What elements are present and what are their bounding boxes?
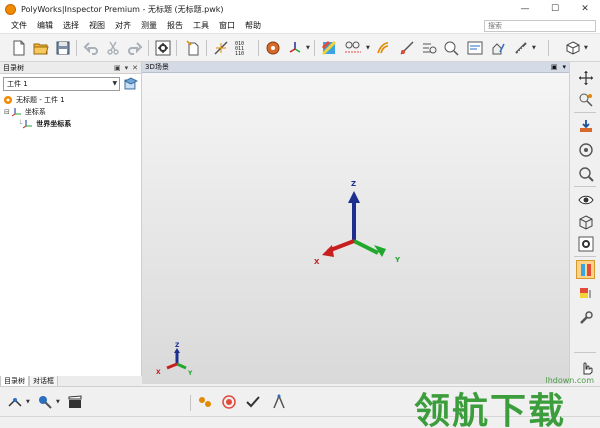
coordinate-system-icon [23,120,33,129]
tree-panel: 目录树 ▣ ▾ ✕ 工件 1 ▼ 无标题 - 工件 1 ⊟ 坐标系 └ 世界坐标… [0,62,142,376]
menu-measure[interactable]: 测量 [136,18,162,34]
wrench-icon[interactable] [576,308,595,327]
scene-header: 3D场景 ▣ ▾ [142,62,569,73]
minimize-button[interactable]: — [510,0,540,18]
redo-icon[interactable] [126,39,144,57]
color-scale-icon[interactable] [576,284,595,303]
pattern-icon[interactable] [320,39,338,57]
probe-icon[interactable] [374,39,392,57]
tree-item-root[interactable]: 无标题 - 工件 1 [0,94,141,106]
cube-view-icon[interactable] [576,212,595,231]
view-cube-icon[interactable] [564,39,582,57]
tree-item-coordinate-systems[interactable]: ⊟ 坐标系 [0,106,141,118]
menu-view[interactable]: 视图 [84,18,110,34]
project-icon [4,96,12,104]
small-axis-label-x: X [156,369,161,376]
watermark-text: 领航下载 [414,391,567,428]
view-toolbar [569,62,600,384]
menu-select[interactable]: 选择 [58,18,84,34]
close-button[interactable]: ✕ [570,0,600,18]
measure-angle-icon[interactable] [270,393,288,411]
piece-manager-icon[interactable] [124,77,138,91]
panel-menu-icon[interactable]: ▾ [562,63,566,71]
measure-icon[interactable] [398,39,416,57]
panel-close-icon[interactable]: ✕ [132,64,138,72]
probe-settings-icon[interactable] [6,393,24,411]
binary-icon[interactable]: 010 011 110 [234,39,252,57]
tree-item-label: 坐标系 [24,108,46,116]
zoom-icon[interactable] [420,39,438,57]
axis-label-z: Z [351,180,356,188]
chevron-down-icon: ▼ [112,80,118,87]
sparkle-tool-icon[interactable] [212,39,230,57]
tree-item-world-cs[interactable]: └ 世界坐标系 [0,118,141,130]
zoom-fit-icon[interactable] [576,140,595,159]
small-axis-label-z: Z [175,342,180,349]
menu-edit[interactable]: 编辑 [32,18,58,34]
axis-label-y: Y [394,256,401,264]
report-icon[interactable] [466,39,484,57]
align-icon[interactable] [264,39,282,57]
undo-icon[interactable] [82,39,100,57]
new-object-icon[interactable] [184,39,202,57]
piece-selector-value: 工件 1 [7,80,28,88]
menu-align[interactable]: 对齐 [110,18,136,34]
scene-title: 3D场景 [145,63,169,71]
rotate-zoom-icon[interactable] [576,90,595,109]
tree-item-label: 世界坐标系 [36,120,72,128]
panel-menu-icon[interactable]: ▾ [125,64,129,72]
pan-icon[interactable] [576,68,595,87]
alignment-points-icon[interactable] [196,393,214,411]
save-icon[interactable] [54,39,72,57]
3d-scene[interactable]: 3D场景 ▣ ▾ Z Y X Z Y X [142,62,569,384]
menu-report[interactable]: 报告 [162,18,188,34]
menu-file[interactable]: 文件 [6,18,32,34]
dialog-icon[interactable] [442,39,460,57]
tree-panel-title: 目录树 [3,63,24,72]
view-arrow-icon[interactable] [576,116,595,135]
maximize-button[interactable]: ☐ [540,0,570,18]
app-logo-icon [5,3,16,15]
settings-icon[interactable] [154,39,172,57]
tree-item-label: 无标题 - 工件 1 [16,96,65,104]
tree-panel-header: 目录树 ▣ ▾ ✕ [0,62,141,74]
coordinate-system-icon [11,108,21,117]
watermark: lhdown.com 领航下载 [414,372,600,428]
display-settings-icon[interactable] [576,234,595,253]
open-folder-icon[interactable] [32,39,50,57]
axis-triad: Z Y X Z Y X [156,180,401,377]
clapperboard-icon[interactable] [66,393,84,411]
menu-window[interactable]: 窗口 [214,18,240,34]
axis-tool-icon[interactable] [286,39,304,57]
menu-bar: 文件 编辑 选择 视图 对齐 测量 报告 工具 窗口 帮助 [0,18,600,34]
check-tool-icon[interactable] [244,393,262,411]
axis-label-x: X [314,258,320,266]
device-icon[interactable] [36,393,54,411]
cut-icon[interactable] [104,39,122,57]
menu-tools[interactable]: 工具 [188,18,214,34]
eye-icon[interactable] [576,190,595,209]
feature-icon[interactable] [344,39,362,57]
pin-icon[interactable]: ▣ [114,64,121,72]
ruler-icon[interactable] [512,39,530,57]
window-title: PolyWorks|Inspector Premium - 无标题 (无标题.p… [21,4,224,14]
view-icon[interactable] [490,39,508,57]
new-file-icon[interactable] [10,39,28,57]
main-toolbar: 010 011 110 ▼ ▼ ▼ ▼ [0,34,600,62]
search-input[interactable] [484,20,596,32]
pin-icon[interactable]: ▣ [551,63,558,71]
svg-text:110: 110 [235,51,244,56]
title-bar: PolyWorks|Inspector Premium - 无标题 (无标题.p… [0,0,600,18]
tree-branch-line: └ [18,120,23,128]
zoom-window-icon[interactable] [576,164,595,183]
menu-help[interactable]: 帮助 [240,18,266,34]
target-icon[interactable] [220,393,238,411]
collapse-icon[interactable]: ⊟ [4,108,10,116]
color-map-icon[interactable] [576,260,595,279]
piece-selector[interactable]: 工件 1 ▼ [3,77,121,91]
small-axis-label-y: Y [187,370,193,377]
